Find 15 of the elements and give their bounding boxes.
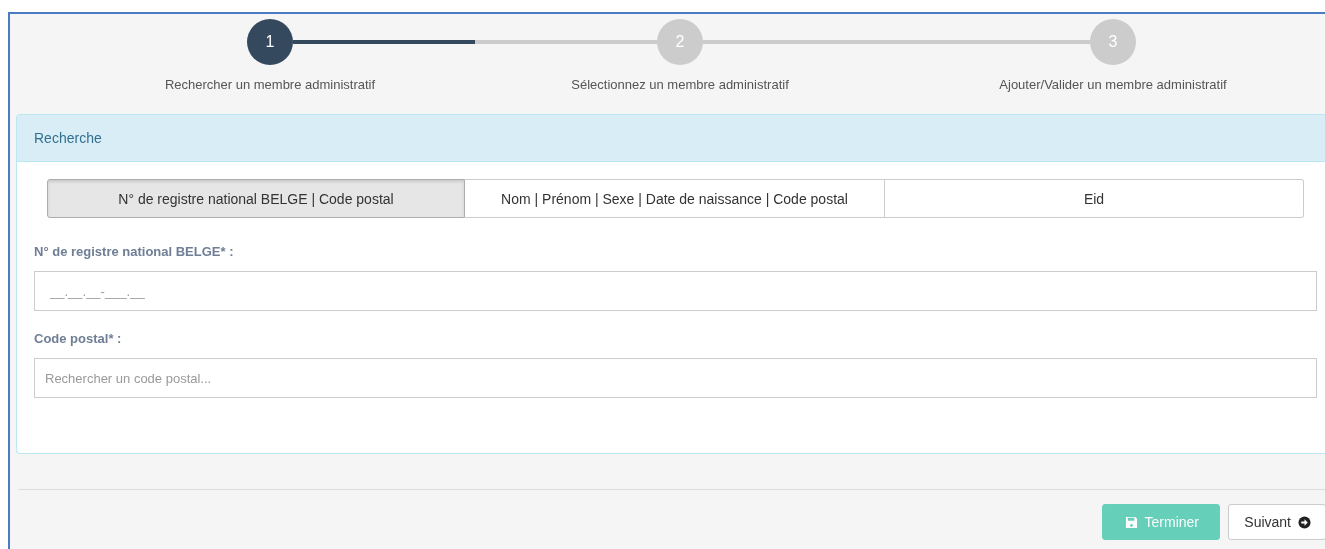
input-field[interactable]: Rechercher un code postal...: [34, 358, 1317, 398]
search-tab[interactable]: Nom | Prénom | Sexe | Date de naissance | Code postal: [465, 179, 885, 218]
step-label: Ajouter/Valider un membre administratif: [999, 77, 1227, 92]
step-label: Sélectionnez un membre administratif: [571, 77, 789, 92]
field-label: N° de registre national BELGE* :: [34, 244, 234, 259]
field-label: Code postal* :: [34, 331, 122, 346]
save-icon: [1124, 515, 1138, 529]
input-field[interactable]: __.__.__-___.__: [34, 271, 1317, 311]
step-number: 1: [247, 19, 293, 65]
panel-title: Recherche: [34, 130, 102, 146]
next-button[interactable]: Suivant: [1228, 504, 1325, 540]
arrow-circle-icon: [1298, 515, 1311, 529]
search-tab[interactable]: Eid: [885, 179, 1304, 218]
search-tab[interactable]: N° de registre national BELGE | Code postal: [47, 179, 465, 218]
step-label: Rechercher un membre administratif: [164, 77, 376, 92]
